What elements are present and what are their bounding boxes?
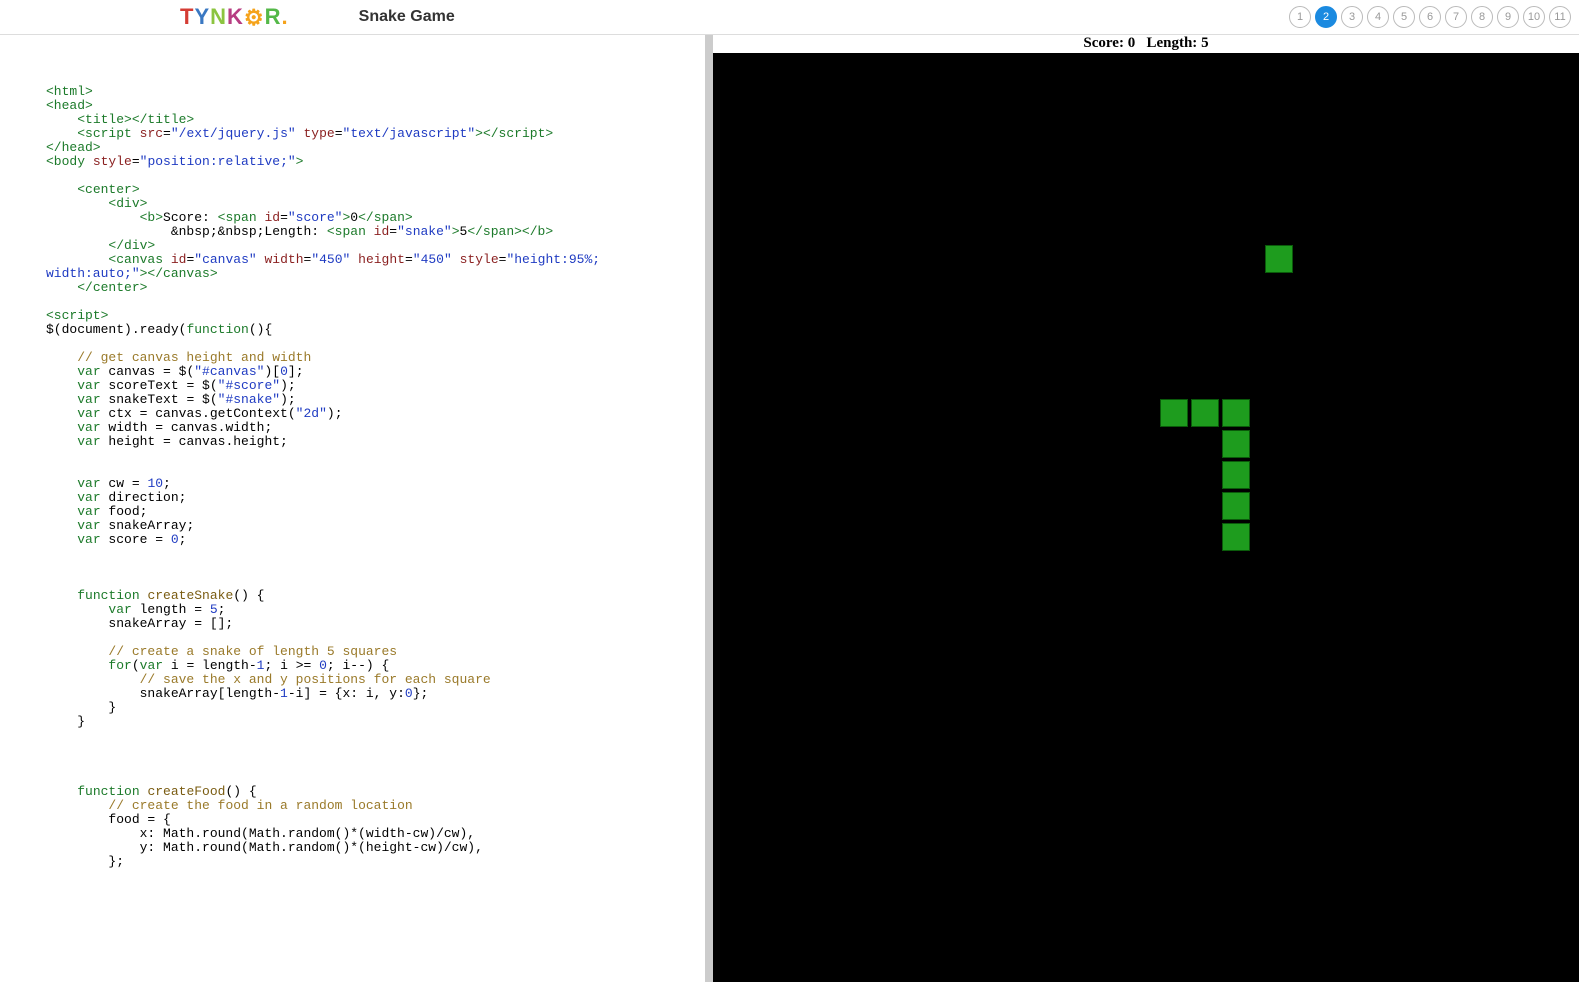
step-6[interactable]: 6: [1419, 6, 1441, 28]
step-11[interactable]: 11: [1549, 6, 1571, 28]
main-content: <html> <head> <title></title> <script sr…: [0, 35, 1579, 982]
code-editor-pane[interactable]: <html> <head> <title></title> <script sr…: [0, 35, 705, 982]
step-3[interactable]: 3: [1341, 6, 1363, 28]
step-2[interactable]: 2: [1315, 6, 1337, 28]
step-4[interactable]: 4: [1367, 6, 1389, 28]
game-stats: Score: 0 Length: 5: [1083, 35, 1208, 53]
game-canvas[interactable]: [713, 53, 1579, 982]
length-value: 5: [1201, 35, 1209, 51]
snake-cell: [1160, 399, 1188, 427]
score-value: 0: [1128, 35, 1136, 51]
code-editor[interactable]: <html> <head> <title></title> <script sr…: [0, 35, 705, 869]
step-8[interactable]: 8: [1471, 6, 1493, 28]
step-10[interactable]: 10: [1523, 6, 1545, 28]
step-nav: 1234567891011: [1289, 6, 1571, 28]
step-5[interactable]: 5: [1393, 6, 1415, 28]
pane-divider[interactable]: [705, 35, 713, 982]
food-cell: [1265, 245, 1293, 273]
score-label: Score:: [1083, 35, 1124, 51]
snake-cell: [1222, 523, 1250, 551]
header: TYNK⚙R. Snake Game 1234567891011: [0, 0, 1579, 35]
step-9[interactable]: 9: [1497, 6, 1519, 28]
step-1[interactable]: 1: [1289, 6, 1311, 28]
snake-cell: [1222, 492, 1250, 520]
preview-pane: Score: 0 Length: 5: [713, 35, 1579, 982]
page-title: Snake Game: [359, 8, 455, 26]
snake-cell: [1222, 430, 1250, 458]
length-label: Length:: [1146, 35, 1197, 51]
step-7[interactable]: 7: [1445, 6, 1467, 28]
logo[interactable]: TYNK⚙R.: [180, 4, 289, 30]
snake-cell: [1222, 399, 1250, 427]
snake-cell: [1191, 399, 1219, 427]
snake-cell: [1222, 461, 1250, 489]
